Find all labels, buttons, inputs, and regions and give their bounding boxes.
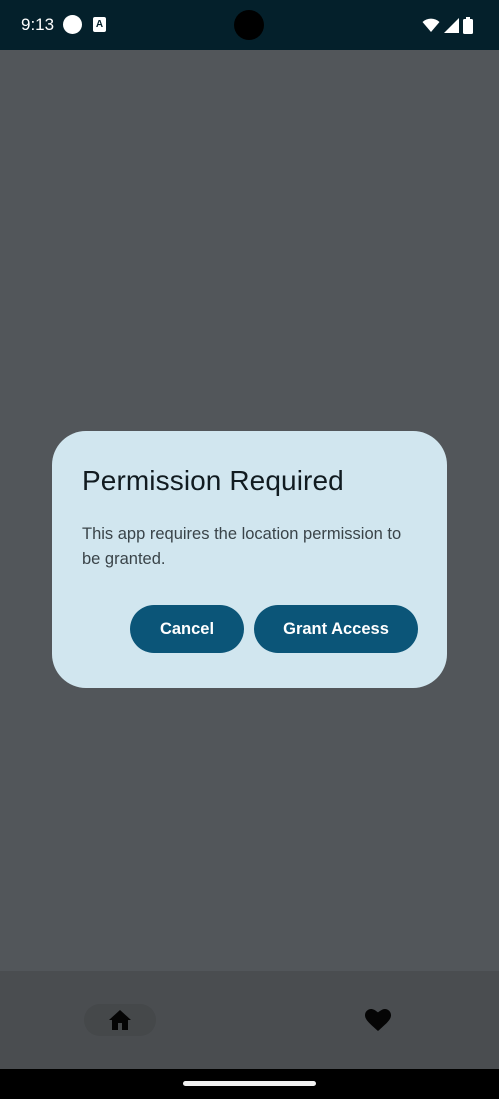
status-icons xyxy=(422,14,473,36)
dialog-message: This app requires the location permissio… xyxy=(82,525,402,568)
gesture-handle[interactable] xyxy=(183,1081,316,1086)
dialog-title: Permission Required xyxy=(82,465,344,496)
gesture-navigation-area xyxy=(0,1069,499,1099)
app-screen: 9:13 A Permission Required This app requ… xyxy=(0,0,499,1099)
status-bar: 9:13 A xyxy=(0,0,499,50)
circle-icon xyxy=(63,15,82,34)
home-icon xyxy=(109,1010,131,1030)
a-icon: A xyxy=(93,17,106,32)
grant-access-button[interactable]: Grant Access xyxy=(254,605,418,653)
battery-icon xyxy=(463,16,473,34)
bottom-navigation xyxy=(0,971,499,1069)
cancel-button[interactable]: Cancel xyxy=(130,605,244,653)
signal-icon xyxy=(444,17,459,33)
permission-dialog: Permission Required This app requires th… xyxy=(52,431,447,688)
status-time: 9:13 xyxy=(21,15,55,34)
heart-icon xyxy=(365,1008,391,1031)
camera-cutout xyxy=(234,10,264,40)
nav-item-favorites[interactable] xyxy=(358,1004,398,1036)
nav-item-home[interactable] xyxy=(84,1004,156,1036)
wifi-icon xyxy=(422,18,440,32)
